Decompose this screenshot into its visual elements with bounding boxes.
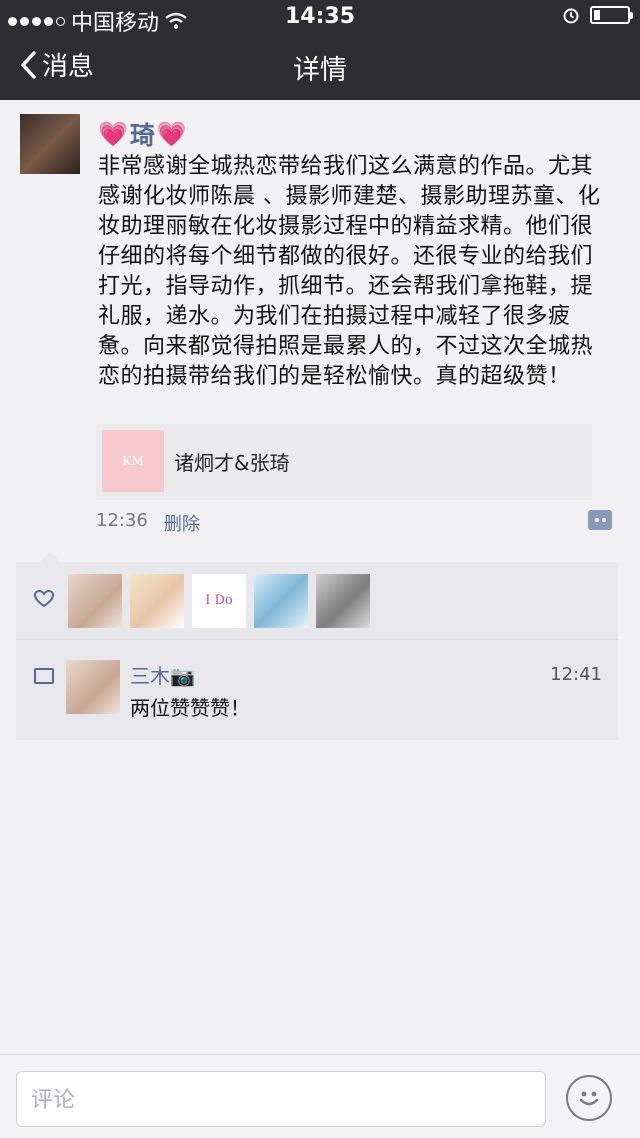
status-time: 14:35: [284, 4, 356, 29]
post-text: 非常感谢全城热恋带给我们这么满意的作品。尤其感谢化妆师陈晨 、摄影师建楚、摄影助…: [98, 154, 601, 389]
header: 中国移动 14:35 消息 详情: [0, 0, 640, 100]
smiley-icon: [579, 1091, 599, 1106]
status-bar: 中国移动 14:35: [0, 0, 640, 36]
post-meta: 12:36 删除: [96, 510, 200, 536]
share-thumbnail: KM: [102, 430, 164, 492]
like-avatar[interactable]: [316, 574, 370, 628]
author-name[interactable]: 💗 琦 💗: [98, 116, 187, 152]
comment-text: 两位赞赞赞！: [130, 696, 250, 720]
commenter-name[interactable]: 三木📷: [130, 660, 195, 689]
comment-time: 12:41: [550, 664, 602, 685]
battery-icon: [590, 6, 633, 24]
share-title: 诸炯才&张琦: [174, 451, 290, 475]
like-avatar[interactable]: [254, 574, 308, 628]
like-avatars: I Do: [68, 574, 370, 628]
heart-icon: 💗: [156, 120, 187, 148]
status-right: [562, 6, 633, 24]
likes-comments-box: I Do 三木📷 12:41 两位赞赞赞！: [16, 552, 618, 740]
comment-row: 三木📷 12:41 两位赞赞赞！: [16, 640, 618, 740]
author-label: 琦: [129, 121, 155, 150]
like-avatar[interactable]: [68, 574, 122, 628]
comment-input[interactable]: 评论: [16, 1071, 546, 1127]
like-avatar[interactable]: I Do: [192, 574, 246, 628]
emoji-button[interactable]: [566, 1075, 612, 1121]
navbar: 消息 详情: [0, 34, 640, 100]
post-time: 12:36: [96, 510, 148, 531]
delete-button[interactable]: 删除: [164, 510, 200, 536]
share-card[interactable]: KM 诸炯才&张琦: [96, 424, 592, 500]
likes-row: I Do: [16, 562, 618, 640]
alarm-icon: [563, 8, 579, 24]
comment-icon: [34, 668, 54, 684]
like-avatar[interactable]: [130, 574, 184, 628]
commenter-avatar[interactable]: [66, 660, 120, 714]
comment-menu-button[interactable]: [588, 510, 612, 530]
author-avatar[interactable]: [20, 114, 80, 174]
comment-bar: 评论: [0, 1054, 640, 1138]
heart-outline-icon: [34, 590, 54, 608]
heart-icon: 💗: [98, 120, 128, 148]
page-title: 详情: [293, 55, 347, 86]
